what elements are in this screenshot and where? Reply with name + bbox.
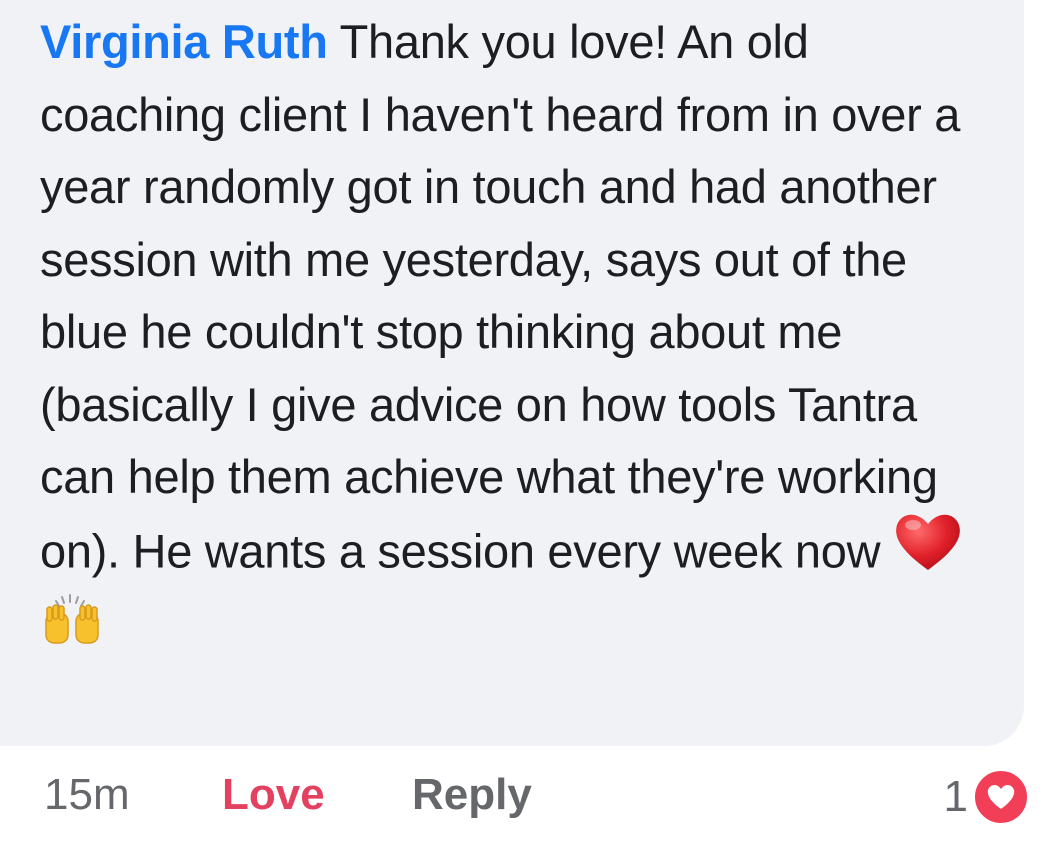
reply-button[interactable]: Reply (412, 770, 532, 820)
love-button[interactable]: Love (222, 770, 325, 820)
comment-text: Virginia Ruth Thank you love! An old coa… (40, 6, 1004, 674)
comment-body: Thank you love! An old coaching client I… (40, 15, 961, 578)
comment-actions: 15m Love Reply 1 (0, 746, 1054, 844)
comment-timestamp: 15m (44, 770, 130, 819)
love-reaction-icon (972, 768, 1030, 826)
red-heart-icon (893, 510, 963, 593)
reaction-summary[interactable]: 1 (944, 768, 1030, 826)
reaction-count: 1 (943, 772, 968, 821)
comment-bubble: Virginia Ruth Thank you love! An old coa… (0, 0, 1024, 746)
comment-author[interactable]: Virginia Ruth (40, 15, 328, 68)
raising-hands-icon (40, 593, 104, 670)
